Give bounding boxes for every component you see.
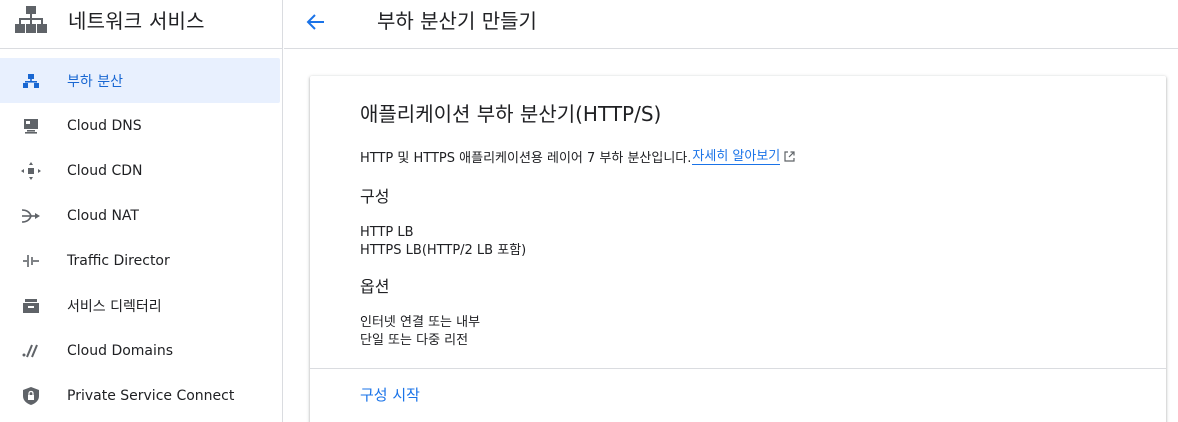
- shield-lock-icon: [20, 385, 42, 407]
- cdn-icon: [20, 160, 42, 182]
- sidebar-nav: 부하 분산 Cloud DNS Cloud CDN Cloud NAT Traf…: [0, 49, 282, 418]
- sidebar-item-label: Cloud CDN: [67, 162, 143, 179]
- card-title: 애플리케이션 부하 분산기(HTTP/S): [360, 102, 662, 126]
- dns-icon: [20, 115, 42, 137]
- options-list: 인터넷 연결 또는 내부 단일 또는 다중 리전: [360, 314, 1166, 350]
- options-line: 인터넷 연결 또는 내부: [360, 315, 481, 330]
- start-configuration-button[interactable]: 구성 시작: [360, 384, 420, 405]
- service-directory-icon: [20, 295, 42, 317]
- sidebar-item-service-directory[interactable]: 서비스 디렉터리: [0, 283, 282, 328]
- sidebar-header: 네트워크 서비스: [0, 0, 282, 49]
- config-list: HTTP LB HTTPS LB(HTTP/2 LB 포함): [360, 224, 1166, 260]
- load-balancing-icon: [20, 70, 42, 92]
- external-link-icon[interactable]: [784, 151, 795, 162]
- options-heading: 옵션: [360, 277, 390, 296]
- page-header: 부하 분산기 만들기: [284, 0, 1178, 49]
- description-text: HTTP 및 HTTPS 애플리케이션용 레이어 7 부하 분산입니다.: [360, 151, 692, 166]
- domains-icon: [20, 340, 42, 362]
- config-line: HTTP LB: [360, 225, 414, 240]
- sidebar-item-label: Traffic Director: [67, 252, 170, 269]
- sidebar-item-cloud-nat[interactable]: Cloud NAT: [0, 193, 282, 238]
- sidebar-item-load-balancing[interactable]: 부하 분산: [0, 58, 280, 103]
- sidebar-item-label: 서비스 디렉터리: [67, 298, 162, 315]
- sidebar-item-label: Cloud DNS: [67, 117, 142, 134]
- config-heading: 구성: [360, 187, 390, 206]
- page-title: 부하 분산기 만들기: [377, 8, 537, 33]
- traffic-director-icon: [20, 250, 42, 272]
- sidebar-item-cloud-domains[interactable]: Cloud Domains: [0, 328, 282, 373]
- options-line: 단일 또는 다중 리전: [360, 333, 469, 348]
- sidebar: 네트워크 서비스 부하 분산 Cloud DNS Cloud CDN Cloud…: [0, 0, 283, 422]
- load-balancer-card: 애플리케이션 부하 분산기(HTTP/S) HTTP 및 HTTPS 애플리케이…: [310, 76, 1166, 422]
- sidebar-item-label: Cloud NAT: [67, 207, 139, 224]
- sidebar-item-cloud-dns[interactable]: Cloud DNS: [0, 103, 282, 148]
- network-services-icon: [14, 3, 48, 37]
- nat-icon: [20, 205, 42, 227]
- card-description: HTTP 및 HTTPS 애플리케이션용 레이어 7 부하 분산입니다. 자세히…: [360, 147, 1166, 166]
- learn-more-link[interactable]: 자세히 알아보기: [692, 149, 781, 165]
- sidebar-item-label: 부하 분산: [67, 73, 123, 90]
- sidebar-item-label: Private Service Connect: [67, 387, 235, 404]
- back-arrow-icon[interactable]: [303, 10, 327, 34]
- sidebar-item-label: Cloud Domains: [67, 342, 174, 359]
- card-footer: 구성 시작: [310, 368, 1166, 422]
- config-line: HTTPS LB(HTTP/2 LB 포함): [360, 243, 527, 258]
- sidebar-title: 네트워크 서비스: [68, 8, 205, 33]
- sidebar-item-traffic-director[interactable]: Traffic Director: [0, 238, 282, 283]
- sidebar-item-cloud-cdn[interactable]: Cloud CDN: [0, 148, 282, 193]
- sidebar-item-private-service-connect[interactable]: Private Service Connect: [0, 373, 282, 418]
- card-body: 애플리케이션 부하 분산기(HTTP/S) HTTP 및 HTTPS 애플리케이…: [310, 76, 1166, 350]
